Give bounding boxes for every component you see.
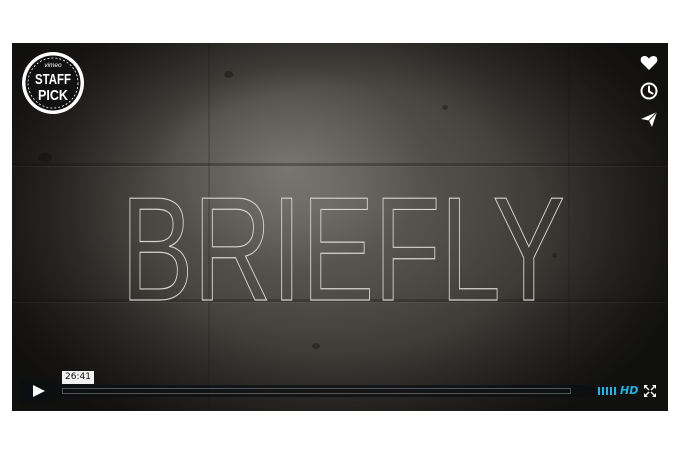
staff-pick-badge-icon: vimeo STAFF PICK	[22, 52, 84, 114]
send-icon[interactable]	[639, 109, 659, 129]
video-title-overlay: BRIEFLY	[120, 166, 565, 332]
fullscreen-icon[interactable]	[644, 385, 656, 397]
video-title-text: BRIEFLY	[121, 167, 565, 332]
hd-toggle[interactable]: HD	[620, 383, 638, 399]
progress-bar[interactable]	[60, 385, 596, 397]
badge-brand: vimeo	[44, 62, 62, 69]
volume-icon[interactable]	[598, 386, 616, 396]
badge-line1: STAFF	[35, 71, 71, 88]
side-actions	[639, 53, 659, 137]
play-button[interactable]	[20, 379, 56, 403]
player-controls: 26:41 HD	[20, 371, 660, 403]
heart-icon[interactable]	[639, 53, 659, 73]
staff-pick-badge[interactable]: vimeo STAFF PICK	[21, 51, 85, 115]
video-player[interactable]: BRIEFLY vimeo STAFF PICK 26:41 HD	[12, 43, 668, 411]
time-tooltip: 26:41	[62, 371, 94, 384]
progress-area: 26:41	[60, 371, 596, 397]
badge-line2: PICK	[38, 87, 68, 104]
progress-loaded	[62, 388, 572, 394]
right-controls: HD	[598, 379, 660, 403]
clock-icon[interactable]	[639, 81, 659, 101]
